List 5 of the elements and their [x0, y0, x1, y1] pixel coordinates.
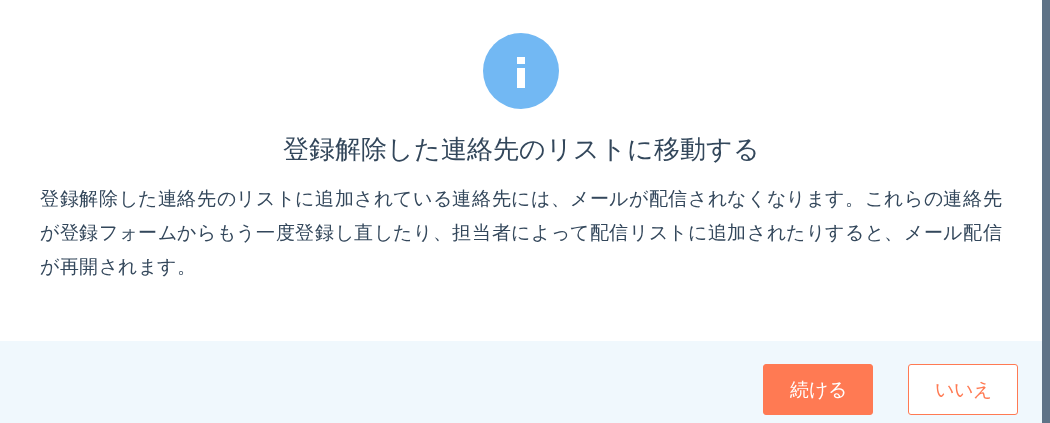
dialog-title: 登録解除した連絡先のリストに移動する	[282, 133, 760, 166]
cancel-button[interactable]: いいえ	[908, 364, 1018, 415]
info-icon	[483, 33, 559, 109]
dialog-message: 登録解除した連絡先のリストに追加されている連絡先には、メールが配信されなくなります。これらの連絡先が登録フォームからもう一度登録し直したり、担当者によって配信リストに追加されたりすると、メール配信が再開されます。	[39, 186, 1003, 279]
continue-button[interactable]: 続ける	[763, 364, 873, 415]
